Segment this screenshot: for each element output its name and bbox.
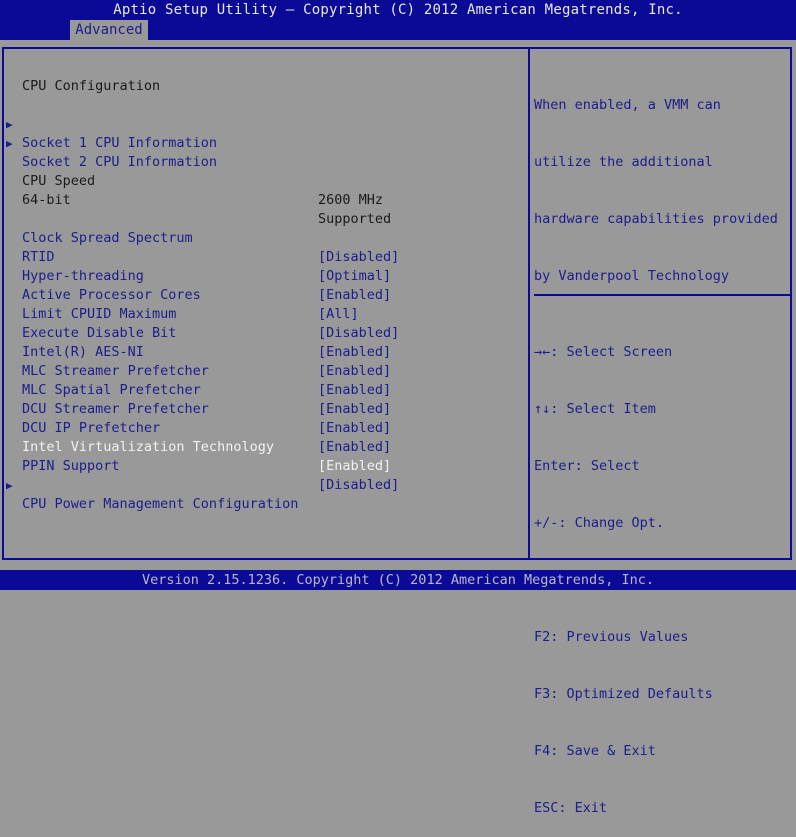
setting-label[interactable]: Limit CPUID Maximum	[22, 305, 176, 324]
setting-value[interactable]: [Disabled]	[318, 248, 399, 267]
key-hint-change-opt: +/-: Change Opt.	[534, 515, 665, 531]
setting-value[interactable]: [Enabled]	[318, 457, 391, 476]
setting-value[interactable]: [Optimal]	[318, 267, 391, 286]
key-hint-esc: ESC: Exit	[534, 800, 608, 816]
submenu-socket-2[interactable]: ▶ Socket 2 CPU Information	[0, 115, 217, 170]
setting-active-processor-cores[interactable]: Active Processor Cores [All]	[0, 267, 359, 322]
setting-label[interactable]: PPIN Support	[22, 457, 120, 476]
submenu-label[interactable]: Socket 2 CPU Information	[22, 153, 217, 172]
setting-value[interactable]: [Enabled]	[318, 362, 391, 381]
key-hint-select-item: ↑↓: Select Item	[534, 401, 656, 417]
setting-value[interactable]: [Enabled]	[318, 381, 391, 400]
setting-ppin-support[interactable]: PPIN Support [Disabled]	[0, 438, 399, 493]
info-row-cpu-speed: CPU Speed 2600 MHz	[0, 153, 383, 208]
setting-mlc-spatial-prefetcher[interactable]: MLC Spatial Prefetcher [Enabled]	[0, 362, 391, 417]
setting-value[interactable]: [Enabled]	[318, 343, 391, 362]
setting-label[interactable]: Hyper-threading	[22, 267, 144, 286]
setting-limit-cpuid-maximum[interactable]: Limit CPUID Maximum [Disabled]	[0, 286, 399, 341]
setting-value[interactable]: [Enabled]	[318, 400, 391, 419]
info-value: Supported	[318, 211, 392, 227]
setting-aes-ni[interactable]: Intel(R) AES-NI [Enabled]	[0, 324, 391, 379]
help-line: by Vanderpool Technology	[534, 268, 730, 284]
setting-value[interactable]: [Enabled]	[318, 419, 391, 438]
setting-dcu-ip-prefetcher[interactable]: DCU IP Prefetcher [Enabled]	[0, 400, 391, 455]
submenu-label[interactable]: CPU Power Management Configuration	[22, 495, 298, 514]
setting-value[interactable]: [Enabled]	[318, 438, 391, 457]
setting-clock-spread-spectrum[interactable]: Clock Spread Spectrum [Disabled]	[0, 210, 399, 265]
key-hint-f2: F2: Previous Values	[534, 629, 689, 645]
setting-label[interactable]: Intel Virtualization Technology	[22, 438, 274, 457]
submenu-socket-1[interactable]: ▶ Socket 1 CPU Information	[0, 96, 217, 151]
setting-value[interactable]: [Disabled]	[318, 476, 399, 495]
header-bar: Aptio Setup Utility – Copyright (C) 2012…	[0, 0, 796, 40]
setting-label[interactable]: DCU IP Prefetcher	[22, 419, 160, 438]
submenu-label[interactable]: Socket 1 CPU Information	[22, 134, 217, 153]
setting-value[interactable]: [Disabled]	[318, 324, 399, 343]
key-hint-f3: F3: Optimized Defaults	[534, 686, 713, 702]
submenu-arrow-icon: ▶	[6, 479, 13, 492]
info-row-64-bit: 64-bit Supported	[0, 172, 391, 227]
help-line: hardware capabilities provided	[534, 211, 778, 227]
panel-divider	[528, 47, 530, 560]
setting-mlc-streamer-prefetcher[interactable]: MLC Streamer Prefetcher [Enabled]	[0, 343, 391, 398]
setting-label[interactable]: RTID	[22, 248, 55, 267]
setting-label[interactable]: MLC Streamer Prefetcher	[22, 362, 209, 381]
tab-advanced[interactable]: Advanced	[70, 20, 148, 40]
setting-label[interactable]: Execute Disable Bit	[22, 324, 176, 343]
setting-rtid[interactable]: RTID [Optimal]	[0, 229, 391, 284]
page-heading: CPU Configuration	[22, 78, 161, 94]
help-description: When enabled, a VMM can utilize the addi…	[534, 58, 778, 305]
footer-bar: Version 2.15.1236. Copyright (C) 2012 Am…	[0, 570, 796, 590]
help-line: utilize the additional	[534, 154, 713, 170]
setting-label[interactable]: Intel(R) AES-NI	[22, 343, 144, 362]
submenu-cpu-power-management[interactable]: ▶ CPU Power Management Configuration	[0, 457, 298, 512]
window-title: Aptio Setup Utility – Copyright (C) 2012…	[113, 2, 683, 18]
setting-label[interactable]: MLC Spatial Prefetcher	[22, 381, 201, 400]
info-label: CPU Speed	[22, 173, 96, 189]
key-hint-select-screen: →←: Select Screen	[534, 344, 673, 360]
setting-label[interactable]: Clock Spread Spectrum	[22, 229, 193, 248]
setting-label[interactable]: Active Processor Cores	[22, 286, 201, 305]
setting-value[interactable]: [All]	[318, 305, 359, 324]
setting-execute-disable-bit[interactable]: Execute Disable Bit [Enabled]	[0, 305, 391, 360]
footer-version-text: Version 2.15.1236. Copyright (C) 2012 Am…	[141, 572, 655, 588]
help-line: When enabled, a VMM can	[534, 97, 721, 113]
submenu-arrow-icon: ▶	[6, 137, 13, 150]
page-heading-row: CPU Configuration	[0, 58, 160, 94]
info-value: 2600 MHz	[318, 192, 384, 208]
key-hint-f4: F4: Save & Exit	[534, 743, 656, 759]
key-hint-enter: Enter: Select	[534, 458, 640, 474]
setting-hyper-threading[interactable]: Hyper-threading [Enabled]	[0, 248, 391, 303]
setting-dcu-streamer-prefetcher[interactable]: DCU Streamer Prefetcher [Enabled]	[0, 381, 391, 436]
info-label: 64-bit	[22, 192, 71, 208]
setting-intel-virtualization-technology[interactable]: Intel Virtualization Technology [Enabled…	[0, 419, 391, 474]
setting-label[interactable]: DCU Streamer Prefetcher	[22, 400, 209, 419]
setting-value[interactable]: [Enabled]	[318, 286, 391, 305]
